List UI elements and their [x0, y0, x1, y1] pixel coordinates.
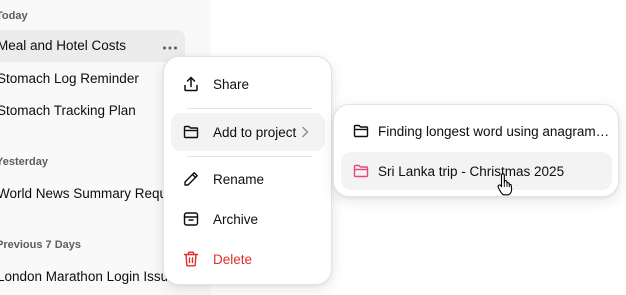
menu-item-label: Share	[213, 76, 250, 92]
chat-item-title: World News Summary Request	[0, 186, 167, 201]
chevron-right-icon	[297, 124, 313, 140]
chat-item-london-marathon-login-issue[interactable]: London Marathon Login Issue	[0, 261, 185, 293]
menu-divider	[187, 108, 312, 109]
menu-item-add-to-project[interactable]: Add to project	[171, 113, 325, 151]
folder-icon	[352, 162, 370, 180]
submenu-item-finding-longest-word[interactable]: Finding longest word using anagrams i...	[341, 112, 612, 150]
project-submenu: Finding longest word using anagrams i...…	[333, 104, 619, 197]
menu-item-label: Delete	[213, 251, 253, 267]
section-label-yesterday: Yesterday	[0, 156, 48, 168]
chat-item-title: Stomach Tracking Plan	[0, 103, 136, 118]
menu-item-archive[interactable]: Archive	[171, 200, 325, 238]
trash-icon	[182, 250, 200, 268]
chat-item-stomach-log-reminder[interactable]: Stomach Log Reminder	[0, 63, 185, 95]
folder-icon	[352, 122, 370, 140]
pencil-icon	[182, 170, 200, 188]
chat-item-title: Stomach Log Reminder	[0, 71, 139, 86]
menu-divider	[187, 156, 312, 157]
chat-item-title: London Marathon Login Issue	[0, 269, 167, 284]
menu-item-label: Add to project	[213, 124, 297, 140]
archive-icon	[182, 210, 200, 228]
chat-item-title: Meal and Hotel Costs	[0, 38, 127, 53]
menu-item-delete[interactable]: Delete	[171, 240, 325, 278]
menu-item-label: Rename	[213, 171, 265, 187]
submenu-item-sri-lanka-trip[interactable]: Sri Lanka trip - Christmas 2025	[341, 152, 612, 190]
more-options-icon[interactable]	[161, 37, 179, 55]
section-label-today: Today	[0, 10, 28, 22]
menu-item-rename[interactable]: Rename	[171, 160, 325, 198]
folder-icon	[182, 123, 200, 141]
submenu-item-label: Sri Lanka trip - Christmas 2025	[378, 163, 565, 179]
chat-item-stomach-tracking-plan[interactable]: Stomach Tracking Plan	[0, 95, 185, 127]
hand-pointer-cursor-icon	[497, 173, 513, 197]
chat-context-menu: Share Add to project Rename Archive Dele…	[163, 56, 332, 285]
section-label-previous-7-days: Previous 7 Days	[0, 239, 81, 251]
screen: Today Meal and Hotel Costs Stomach Log R…	[0, 0, 626, 295]
menu-item-share[interactable]: Share	[171, 65, 325, 103]
chat-item-world-news-summary-request[interactable]: World News Summary Request	[0, 178, 185, 210]
menu-item-label: Archive	[213, 211, 259, 227]
submenu-item-label: Finding longest word using anagrams i...	[378, 123, 612, 139]
share-icon	[182, 75, 200, 93]
chat-item-meal-and-hotel-costs[interactable]: Meal and Hotel Costs	[0, 30, 185, 62]
